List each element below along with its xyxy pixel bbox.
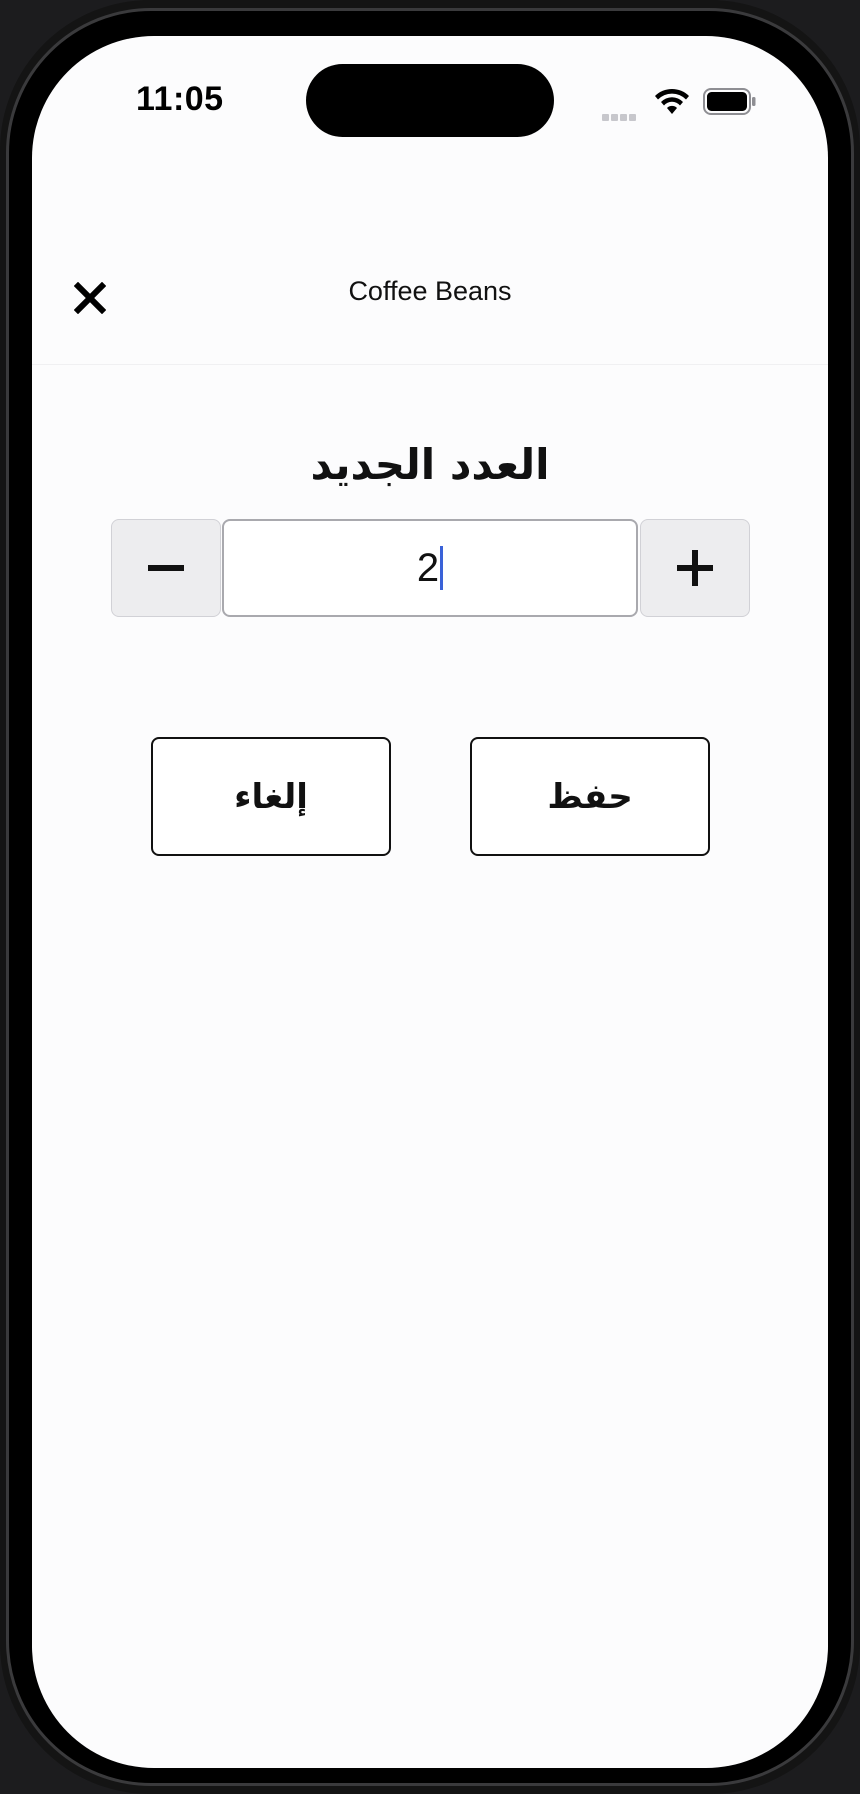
nav-title: Coffee Beans	[348, 276, 512, 306]
app-screen: 11:05 Coffee Beans العدد الجديد 2 إلغاء …	[32, 36, 828, 1768]
wifi-icon	[655, 88, 689, 114]
dynamic-island	[306, 64, 554, 137]
quantity-value: 2	[416, 545, 440, 590]
cancel-button[interactable]: إلغاء	[151, 737, 391, 856]
decrement-button[interactable]	[111, 519, 221, 617]
quantity-heading: العدد الجديد	[310, 440, 550, 489]
quantity-input[interactable]: 2	[222, 519, 638, 617]
phone-frame: 11:05 Coffee Beans العدد الجديد 2 إلغاء …	[0, 0, 860, 1794]
status-time: 11:05	[136, 80, 224, 118]
battery-icon	[703, 88, 756, 115]
minus-icon	[148, 565, 184, 571]
quantity-stepper: 2	[111, 519, 750, 619]
increment-button[interactable]	[640, 519, 750, 617]
save-button[interactable]: حفظ	[470, 737, 710, 856]
navigation-bar: Coffee Beans	[32, 216, 828, 365]
text-caret	[440, 546, 444, 590]
signal-icon	[602, 106, 642, 121]
plus-icon	[677, 550, 713, 586]
